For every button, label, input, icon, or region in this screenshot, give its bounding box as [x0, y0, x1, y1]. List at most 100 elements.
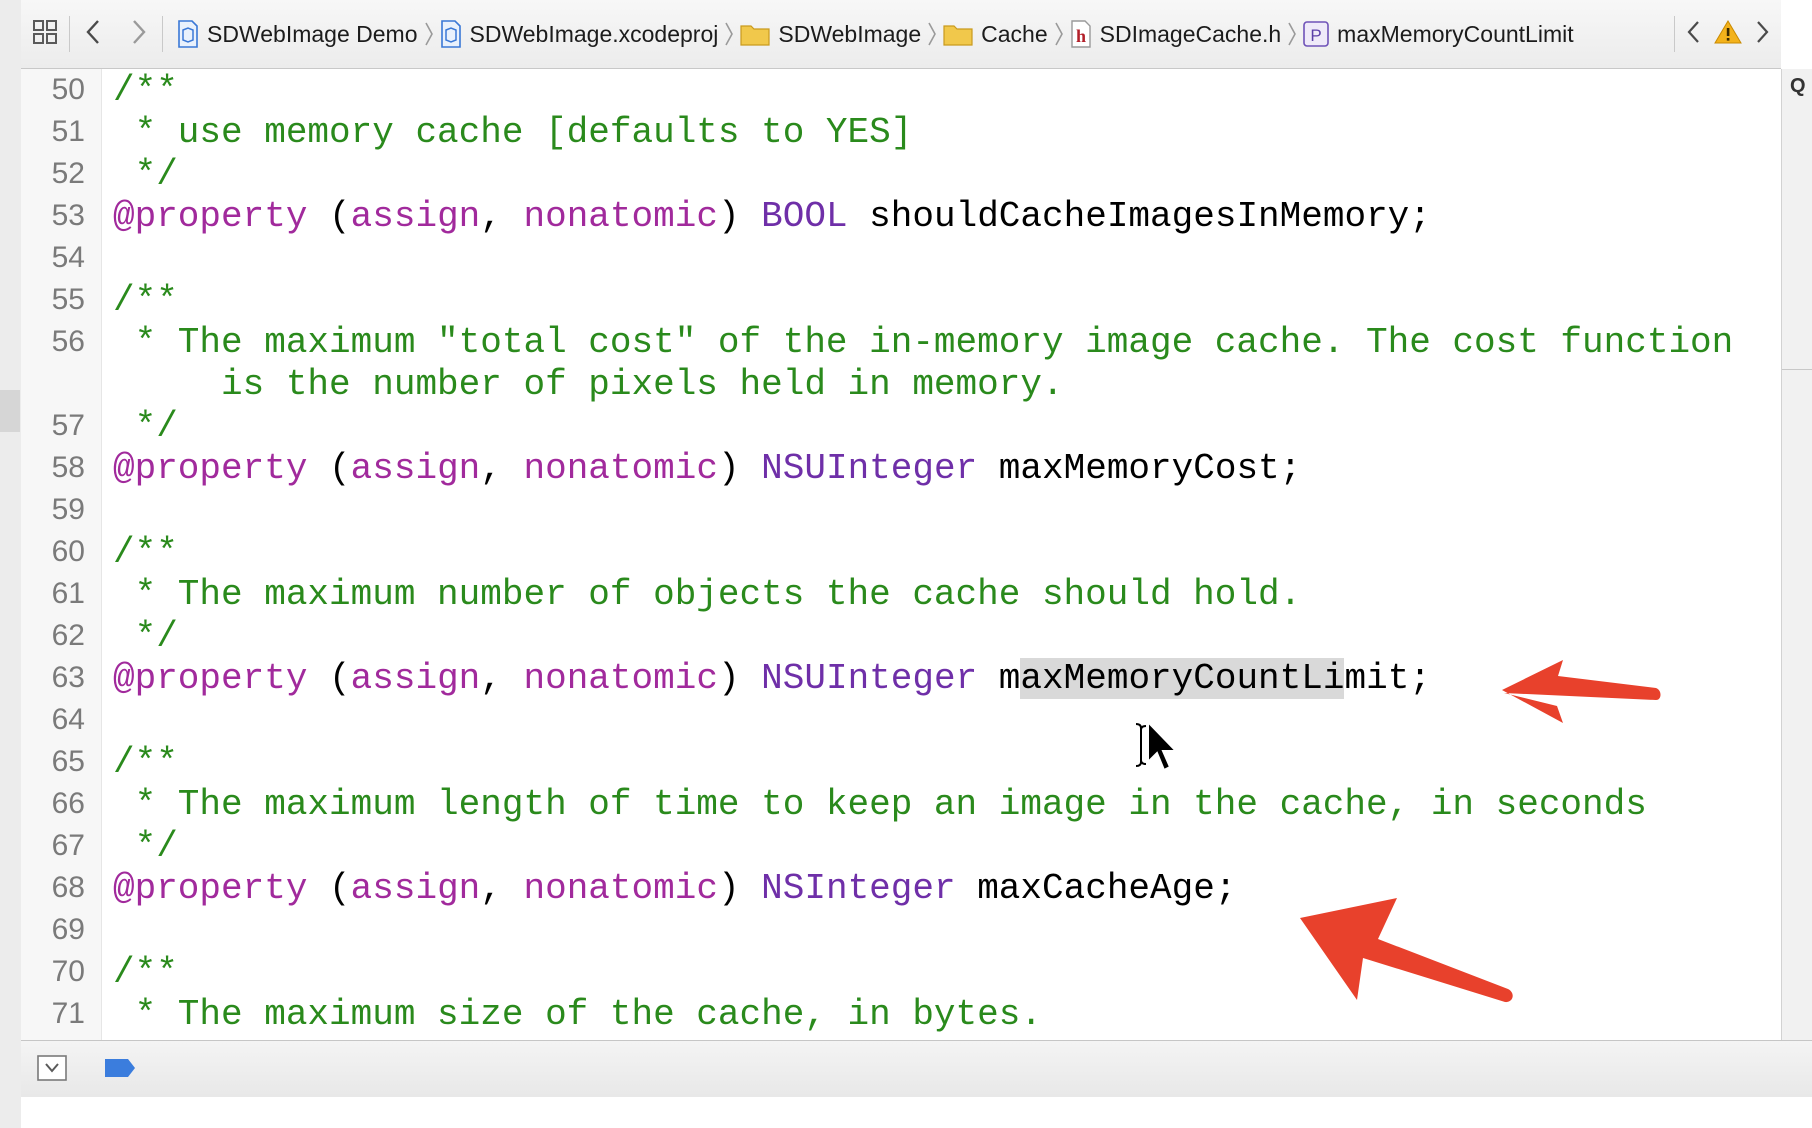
grid-icon: [32, 19, 58, 50]
hide-debug-area-button[interactable]: [37, 1055, 67, 1081]
code-token: /**: [113, 531, 178, 573]
code-text[interactable]: /**: [95, 742, 178, 783]
breadcrumb-chevron-icon: [927, 21, 937, 47]
chevron-left-icon: [1686, 20, 1700, 49]
breadcrumb-item-header-file[interactable]: h SDImageCache.h: [1070, 14, 1282, 54]
breadcrumb-chevron-icon: [724, 21, 734, 47]
code-token: */: [113, 405, 178, 447]
breadcrumb-label: Cache: [981, 20, 1048, 47]
line-number: 55: [51, 283, 85, 316]
breakpoints-toggle-button[interactable]: [103, 1057, 137, 1079]
code-line[interactable]: 71 * The maximum size of the cache, in b…: [21, 993, 1042, 1035]
code-token: ): [717, 195, 762, 237]
code-line[interactable]: 58 @property (assign, nonatomic) NSUInteg…: [21, 447, 1302, 489]
code-token: /**: [113, 741, 178, 783]
code-line[interactable]: 63 @property (assign, nonatomic) NSUInteg…: [21, 657, 1431, 699]
breadcrumb-label: SDWebImage.xcodeproj: [469, 20, 719, 47]
code-line[interactable]: 66 * The maximum length of time to keep …: [21, 783, 1647, 825]
code-text[interactable]: */: [95, 616, 178, 657]
code-line[interactable]: 65 /**: [21, 741, 178, 783]
breadcrumb-item-cache-folder[interactable]: Cache: [943, 14, 1048, 54]
source-editor[interactable]: 50/** 51 * use memory cache [defaults to …: [21, 69, 1781, 1040]
code-token: maxMemoryCost;: [977, 447, 1302, 489]
code-token: NSUInteger: [761, 657, 978, 699]
code-text[interactable]: * The maximum length of time to keep an …: [95, 784, 1647, 825]
code-token: nonatomic: [523, 447, 718, 489]
code-text[interactable]: is the number of pixels held in memory.: [95, 364, 1064, 405]
code-text[interactable]: */: [95, 406, 178, 447]
code-text[interactable]: @property (assign, nonatomic) NSUInteger…: [95, 657, 1431, 699]
code-line[interactable]: 70 /**: [21, 951, 178, 993]
breadcrumb-item-project[interactable]: SDWebImage Demo: [177, 14, 418, 54]
code-line[interactable]: 51 * use memory cache [defaults to YES]: [21, 111, 913, 153]
related-items-button[interactable]: [21, 12, 69, 56]
navigator-edge-strip: [0, 0, 22, 1128]
code-line[interactable]: 56 * The maximum "total cost" of the in-…: [21, 321, 1734, 363]
svg-text:P: P: [1311, 26, 1322, 45]
breadcrumb-label: SDImageCache.h: [1099, 20, 1282, 47]
line-number: 68: [51, 871, 85, 904]
code-token: ): [717, 447, 762, 489]
code-token: (: [307, 657, 351, 699]
code-text[interactable]: /**: [95, 532, 178, 573]
code-text[interactable]: /**: [95, 280, 178, 321]
line-number: 54: [51, 241, 85, 274]
line-number: 57: [51, 409, 85, 442]
breadcrumb-item-sdwebimage-folder[interactable]: SDWebImage: [740, 14, 921, 54]
separator: [1782, 369, 1812, 370]
code-text[interactable]: * The maximum number of objects the cach…: [95, 574, 1302, 615]
code-token: nonatomic: [523, 657, 718, 699]
code-line[interactable]: 57 */: [21, 405, 178, 447]
breadcrumb: SDWebImage Demo SDWebImage.xcodeproj SDW…: [177, 14, 1574, 54]
code-line[interactable]: 69: [21, 909, 113, 951]
code-token: (: [307, 447, 351, 489]
header-file-icon: h: [1070, 20, 1092, 48]
code-token: */: [113, 615, 178, 657]
code-line[interactable]: 59: [21, 489, 113, 531]
inspector-edge-strip: Q: [1781, 69, 1812, 1040]
code-text[interactable]: @property (assign, nonatomic) NSUInteger…: [95, 448, 1301, 489]
code-token: * The maximum length of time to keep an …: [113, 783, 1647, 825]
code-line[interactable]: 60 /**: [21, 531, 178, 573]
line-number: 67: [51, 829, 85, 862]
issue-indicator[interactable]: [1711, 12, 1745, 56]
code-line[interactable]: 52 */: [21, 153, 178, 195]
next-issue-button[interactable]: [1745, 12, 1781, 56]
code-line[interactable]: 62 */: [21, 615, 178, 657]
previous-issue-button[interactable]: [1675, 12, 1711, 56]
breadcrumb-item-xcodeproj[interactable]: SDWebImage.xcodeproj: [440, 14, 719, 54]
project-icon: [440, 20, 462, 48]
code-token: */: [113, 825, 178, 867]
code-line[interactable]: 61 * The maximum number of objects the c…: [21, 573, 1302, 615]
code-text[interactable]: /**: [95, 952, 178, 993]
code-line[interactable]: 53 @property (assign, nonatomic) BOOL sho…: [21, 195, 1431, 237]
code-line[interactable]: 55 /**: [21, 279, 178, 321]
code-text[interactable]: * The maximum size of the cache, in byte…: [95, 994, 1042, 1035]
code-text[interactable]: @property (assign, nonatomic) NSInteger …: [95, 868, 1236, 909]
code-line[interactable]: is the number of pixels held in memory.: [21, 363, 1064, 405]
code-token: ): [717, 657, 762, 699]
breadcrumb-item-property[interactable]: P maxMemoryCountLimit: [1303, 14, 1574, 54]
collapse-panel-icon: [37, 1055, 67, 1085]
folder-icon: [740, 22, 770, 46]
code-token: */: [113, 153, 178, 195]
back-button[interactable]: [70, 12, 116, 56]
line-number: 59: [51, 493, 85, 526]
debug-console-area[interactable]: [21, 1097, 1812, 1128]
code-text[interactable]: * use memory cache [defaults to YES]: [95, 112, 913, 153]
line-number: 66: [51, 787, 85, 820]
forward-button[interactable]: [116, 12, 162, 56]
code-line[interactable]: 67 */: [21, 825, 178, 867]
code-line[interactable]: 54: [21, 237, 113, 279]
code-text[interactable]: * The maximum "total cost" of the in-mem…: [95, 321, 1734, 363]
code-text[interactable]: /**: [95, 70, 178, 111]
separator: [162, 16, 163, 52]
code-line[interactable]: 50 /**: [21, 69, 178, 111]
code-text[interactable]: */: [95, 826, 178, 867]
code-token: * The maximum "total cost" of the in-mem…: [113, 321, 1734, 363]
code-text[interactable]: */: [95, 154, 178, 195]
code-line[interactable]: 68 @property (assign, nonatomic) NSIntege…: [21, 867, 1237, 909]
code-token: ,: [480, 867, 524, 909]
code-text[interactable]: @property (assign, nonatomic) BOOL shoul…: [95, 196, 1431, 237]
code-line[interactable]: 64: [21, 699, 113, 741]
